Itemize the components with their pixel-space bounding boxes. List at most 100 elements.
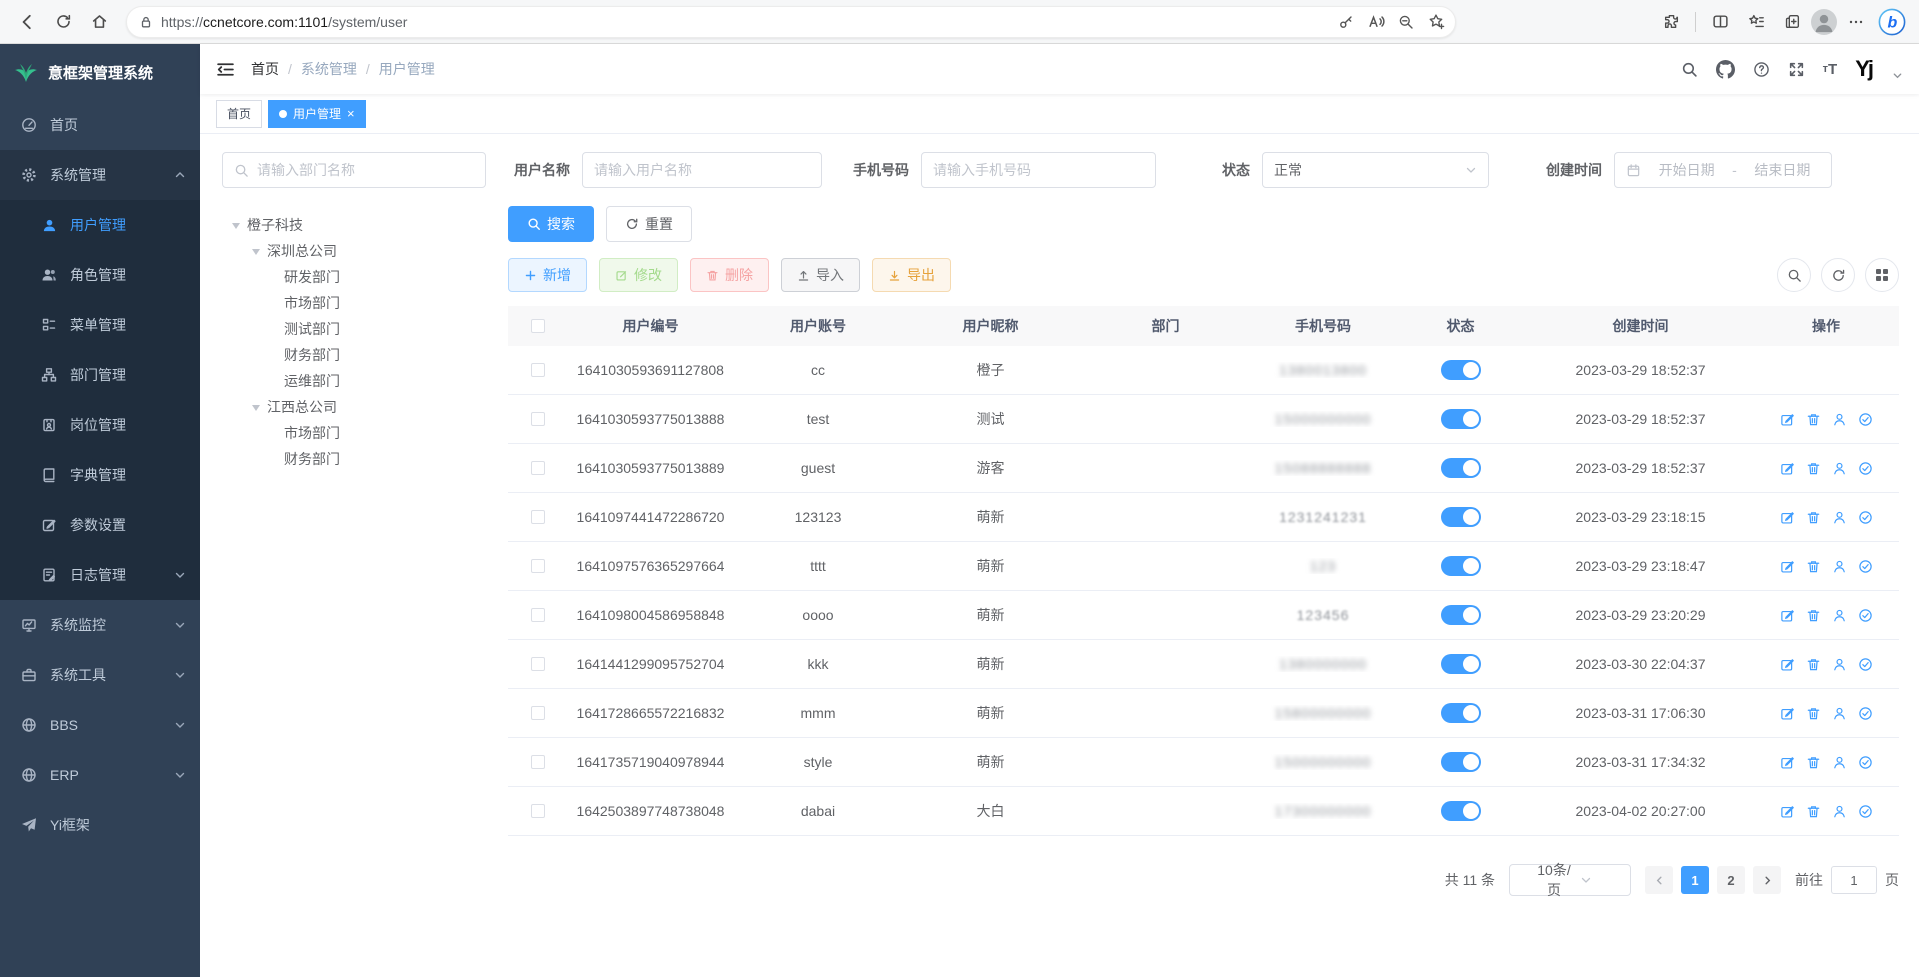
tree-node[interactable]: 江西总公司 — [222, 394, 486, 420]
assign-role-icon[interactable] — [1858, 755, 1873, 770]
trash-icon[interactable] — [1806, 755, 1821, 770]
search-icon[interactable] — [1681, 61, 1698, 78]
breadcrumb-user[interactable]: 用户管理 — [379, 59, 435, 79]
row-checkbox[interactable] — [531, 657, 545, 671]
sidebar-item-role-management[interactable]: 角色管理 — [0, 250, 200, 300]
import-button[interactable]: 导入 — [781, 258, 860, 292]
page-button-2[interactable]: 2 — [1717, 866, 1745, 894]
assign-role-icon[interactable] — [1858, 608, 1873, 623]
app-logo[interactable]: 意框架管理系统 — [0, 44, 200, 100]
tree-node[interactable]: 市场部门 — [222, 290, 486, 316]
address-bar[interactable]: https://ccnetcore.com:1101/system/user — [126, 6, 1456, 38]
help-icon[interactable] — [1753, 61, 1770, 78]
tree-node[interactable]: 橙子科技 — [222, 212, 486, 238]
trash-icon[interactable] — [1806, 559, 1821, 574]
fullscreen-icon[interactable] — [1788, 61, 1805, 78]
assign-role-icon[interactable] — [1858, 804, 1873, 819]
more-options-icon[interactable] — [1839, 5, 1873, 39]
sidebar-item-erp[interactable]: ERP — [0, 750, 200, 800]
assign-role-icon[interactable] — [1858, 657, 1873, 672]
reset-password-icon[interactable] — [1832, 461, 1847, 476]
status-toggle-on[interactable] — [1441, 458, 1481, 478]
phone-field[interactable] — [933, 162, 1144, 178]
tree-node[interactable]: 市场部门 — [222, 420, 486, 446]
row-checkbox[interactable] — [531, 559, 545, 573]
status-toggle-on[interactable] — [1441, 507, 1481, 527]
reset-password-icon[interactable] — [1832, 412, 1847, 427]
page-button-1[interactable]: 1 — [1681, 866, 1709, 894]
caret-down-icon[interactable] — [232, 223, 240, 233]
split-screen-icon[interactable] — [1703, 5, 1737, 39]
tree-node[interactable]: 测试部门 — [222, 316, 486, 342]
assign-role-icon[interactable] — [1858, 559, 1873, 574]
assign-role-icon[interactable] — [1858, 706, 1873, 721]
password-key-icon[interactable] — [1331, 7, 1361, 37]
delete-button[interactable]: 删除 — [690, 258, 769, 292]
sidebar-item-log-management[interactable]: 日志管理 — [0, 550, 200, 600]
reset-password-icon[interactable] — [1832, 755, 1847, 770]
read-aloud-icon[interactable] — [1361, 7, 1391, 37]
profile-avatar[interactable] — [1811, 9, 1837, 35]
tab-home[interactable]: 首页 — [216, 100, 262, 128]
page-size-select[interactable]: 10条/页 — [1509, 864, 1631, 896]
user-logo[interactable]: Yj — [1855, 58, 1872, 80]
edit-button[interactable]: 修改 — [599, 258, 678, 292]
date-range-picker[interactable]: - — [1614, 152, 1832, 188]
trash-icon[interactable] — [1806, 412, 1821, 427]
github-icon[interactable] — [1716, 60, 1735, 79]
table-search-icon[interactable] — [1777, 258, 1811, 292]
reset-password-icon[interactable] — [1832, 608, 1847, 623]
next-page-icon[interactable] — [1753, 866, 1781, 894]
home-icon[interactable] — [82, 5, 116, 39]
sidebar-item-system-tools[interactable]: 系统工具 — [0, 650, 200, 700]
tree-node[interactable]: 运维部门 — [222, 368, 486, 394]
row-checkbox[interactable] — [531, 706, 545, 720]
select-all-checkbox[interactable] — [531, 319, 545, 333]
status-toggle-on[interactable] — [1441, 801, 1481, 821]
reset-password-icon[interactable] — [1832, 657, 1847, 672]
close-tab-icon[interactable]: × — [347, 107, 355, 120]
status-select[interactable]: 正常 — [1262, 152, 1489, 188]
caret-down-icon[interactable] — [252, 405, 260, 415]
extensions-icon[interactable] — [1654, 5, 1688, 39]
table-refresh-icon[interactable] — [1821, 258, 1855, 292]
edit-icon[interactable] — [1780, 657, 1795, 672]
trash-icon[interactable] — [1806, 706, 1821, 721]
edit-icon[interactable] — [1780, 755, 1795, 770]
breadcrumb-home[interactable]: 首页 — [251, 59, 279, 79]
reset-password-icon[interactable] — [1832, 510, 1847, 525]
date-end-field[interactable] — [1745, 162, 1820, 178]
edit-icon[interactable] — [1780, 559, 1795, 574]
zoom-out-icon[interactable] — [1391, 7, 1421, 37]
sidebar-item-dict-management[interactable]: 字典管理 — [0, 450, 200, 500]
add-favorite-icon[interactable] — [1421, 7, 1451, 37]
status-toggle-on[interactable] — [1441, 654, 1481, 674]
trash-icon[interactable] — [1806, 804, 1821, 819]
reset-password-icon[interactable] — [1832, 804, 1847, 819]
trash-icon[interactable] — [1806, 461, 1821, 476]
row-checkbox[interactable] — [531, 412, 545, 426]
tree-node[interactable]: 财务部门 — [222, 342, 486, 368]
row-checkbox[interactable] — [531, 510, 545, 524]
row-checkbox[interactable] — [531, 363, 545, 377]
status-toggle-on[interactable] — [1441, 605, 1481, 625]
user-dropdown-caret-icon[interactable] — [1892, 70, 1903, 81]
status-toggle-on[interactable] — [1441, 409, 1481, 429]
sidebar-item-home[interactable]: 首页 — [0, 100, 200, 150]
username-field[interactable] — [594, 162, 810, 178]
sidebar-item-yi-framework[interactable]: Yi框架 — [0, 800, 200, 850]
assign-role-icon[interactable] — [1858, 510, 1873, 525]
row-checkbox[interactable] — [531, 461, 545, 475]
tree-node[interactable]: 财务部门 — [222, 446, 486, 472]
row-checkbox[interactable] — [531, 755, 545, 769]
trash-icon[interactable] — [1806, 608, 1821, 623]
status-toggle-on[interactable] — [1441, 752, 1481, 772]
sidebar-item-param-settings[interactable]: 参数设置 — [0, 500, 200, 550]
sidebar-item-user-management[interactable]: 用户管理 — [0, 200, 200, 250]
tree-node[interactable]: 研发部门 — [222, 264, 486, 290]
edit-icon[interactable] — [1780, 804, 1795, 819]
column-settings-icon[interactable] — [1865, 258, 1899, 292]
sidebar-item-post-management[interactable]: 岗位管理 — [0, 400, 200, 450]
edit-icon[interactable] — [1780, 510, 1795, 525]
row-checkbox[interactable] — [531, 804, 545, 818]
